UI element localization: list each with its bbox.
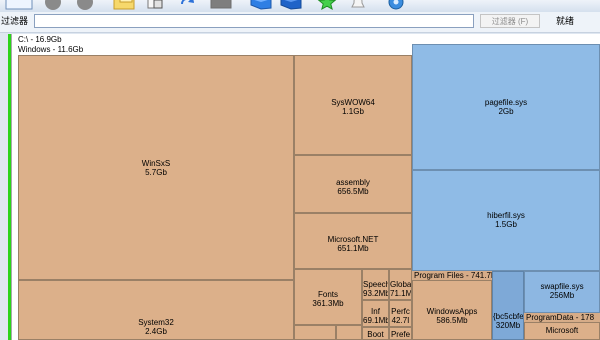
tile-bc5cbfe[interactable]: {bc5cbfe 320Mb [492, 271, 524, 340]
tile-name: Speech [363, 280, 389, 289]
tile-name: pagefile.sys [484, 98, 528, 107]
tile-size: 69.1Mb [363, 316, 389, 325]
cube-icon[interactable] [248, 0, 274, 10]
copy-icon[interactable] [144, 0, 166, 10]
tile-microsoft-net[interactable]: Microsoft.NET 651.1Mb [294, 213, 412, 269]
windows-label: Windows - 11.6Gb [18, 45, 84, 54]
tile-name: Microsoft [545, 326, 579, 335]
tile-size: 42.7I [391, 316, 410, 325]
tile-small-right[interactable] [336, 325, 362, 340]
tile-name: SysWOW64 [331, 98, 375, 107]
tile-size: 2.4Gb [145, 327, 167, 336]
tile-pagefile[interactable]: pagefile.sys 2Gb [412, 44, 600, 170]
tile-size: 320Mb [495, 321, 521, 330]
tile-size: 256Mb [549, 291, 575, 300]
tile-assembly[interactable]: assembly 656.5Mb [294, 155, 412, 213]
tile-name: WinSxS [141, 159, 171, 168]
refresh-icon[interactable] [178, 0, 198, 10]
tile-prefe[interactable]: Prefe [389, 327, 412, 340]
grey-square-icon[interactable] [209, 0, 233, 10]
filter-input[interactable] [34, 14, 474, 28]
tile-size: 361.3Mb [312, 299, 344, 308]
tile-size: 2Gb [498, 107, 514, 116]
tile-size: 71.1M [390, 289, 412, 298]
tile-fonts[interactable]: Fonts 361.3Mb [294, 269, 362, 325]
tile-size: 656.5Mb [337, 187, 369, 196]
tile-windowsapps[interactable]: WindowsApps 586.5Mb [412, 280, 492, 340]
tile-size: 1.1Gb [342, 107, 364, 116]
folder-open-icon[interactable] [112, 0, 136, 10]
star-icon[interactable] [317, 0, 337, 10]
tile-name: Boot [367, 330, 384, 339]
tile-system32[interactable]: System32 2.4Gb [18, 280, 294, 340]
programdata-header: ProgramData - 178 [524, 313, 600, 322]
tile-perfc[interactable]: Perfc 42.7I [389, 300, 412, 327]
tile-size: 651.1Mb [337, 244, 369, 253]
cube-dark-icon[interactable] [278, 0, 304, 10]
tile-name: swapfile.sys [540, 282, 584, 291]
tile-name: Inf [371, 307, 380, 316]
tile-syswow64[interactable]: SysWOW64 1.1Gb [294, 55, 412, 155]
drive-label: C:\ - 16.9Gb [18, 35, 62, 44]
tile-microsoft[interactable]: Microsoft [524, 322, 600, 340]
tile-name: Globa [390, 280, 412, 289]
tile-name: hiberfil.sys [487, 211, 525, 220]
tile-boot[interactable]: Boot [362, 327, 389, 340]
tile-size: 93.2Mb [363, 289, 389, 298]
tile-hiberfil[interactable]: hiberfil.sys 1.5Gb [412, 170, 600, 271]
tile-size: 5.7Gb [145, 168, 167, 177]
tile-name: assembly [336, 178, 370, 187]
tile-swapfile[interactable]: swapfile.sys 256Mb [524, 271, 600, 313]
tile-name: Perfc [391, 307, 410, 316]
filter-button[interactable]: 过滤器 (F) [480, 14, 540, 28]
program-files-header: Program Files - 741.7M [412, 271, 498, 280]
scan-icon[interactable] [43, 0, 63, 10]
tile-inf[interactable]: Inf 69.1Mb [362, 300, 389, 327]
filter-label: 过滤器 [1, 16, 29, 26]
tile-size: 1.5Gb [495, 220, 517, 229]
window-icon[interactable] [4, 0, 34, 10]
tile-name: Microsoft.NET [327, 235, 379, 244]
stop-icon[interactable] [75, 0, 95, 10]
ready-status: 就绪 [555, 16, 574, 26]
tile-name: WindowsApps [426, 307, 478, 316]
settings-gear-icon[interactable] [384, 0, 408, 10]
tile-small-left[interactable] [294, 325, 336, 340]
tile-winsxs[interactable]: WinSxS 5.7Gb [18, 55, 294, 280]
tile-name: Prefe [390, 330, 411, 339]
filter-bar: 过滤器 过滤器 (F) 就绪 [0, 12, 600, 33]
tile-name: Fonts [317, 290, 338, 299]
tile-name: {bc5cbfe [493, 312, 524, 321]
tile-speech[interactable]: Speech 93.2Mb [362, 269, 389, 300]
bell-icon[interactable] [348, 0, 368, 10]
tile-size: 586.5Mb [436, 316, 468, 325]
tile-globa[interactable]: Globa 71.1M [389, 269, 412, 300]
tile-name: System32 [138, 318, 174, 327]
